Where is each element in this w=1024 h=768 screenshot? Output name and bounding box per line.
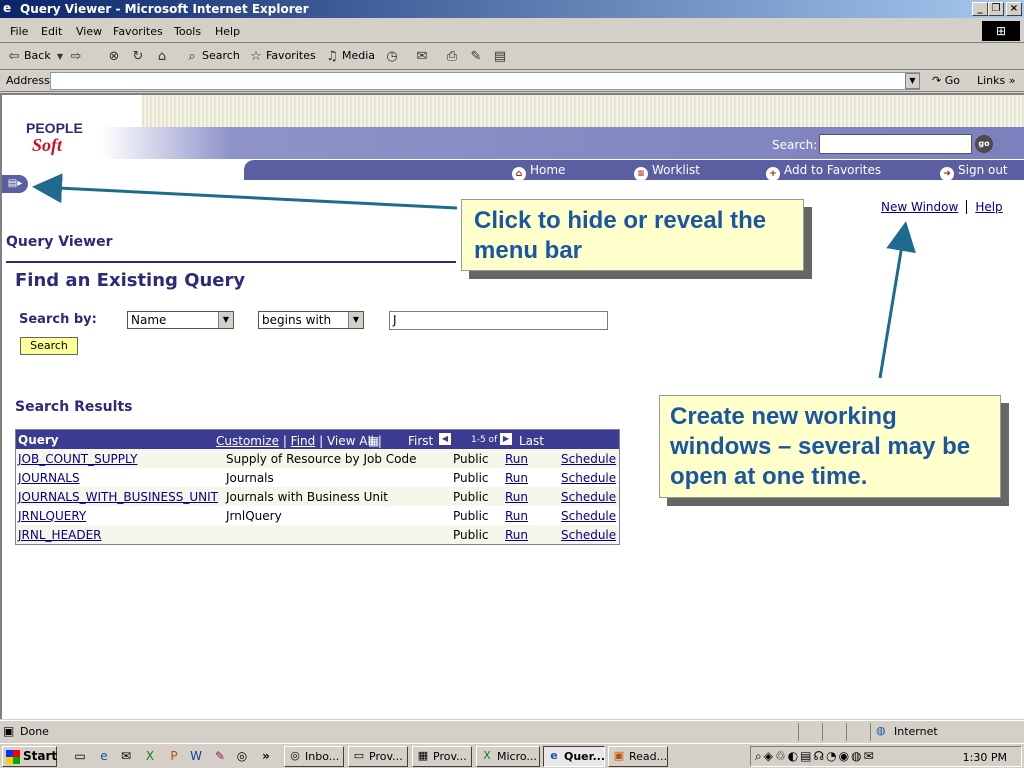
status-text: Done: [20, 725, 49, 738]
quicklaunch-app2-icon[interactable]: ◎: [234, 748, 250, 764]
edit-icon[interactable]: ✎: [468, 49, 484, 65]
callout-new-window: Create new working windows – several may…: [659, 395, 1001, 498]
menu-help[interactable]: Help: [215, 25, 240, 38]
go-button[interactable]: ↷ Go: [932, 74, 960, 87]
internet-zone-icon: ◍: [876, 724, 886, 737]
status-divider: [822, 723, 823, 741]
taskbar: Start ▭ e ✉ X P W ✎ ◎ » ◎ Inbo... ▭ Prov..…: [0, 743, 1024, 768]
quicklaunch-more-icon[interactable]: »: [258, 748, 274, 764]
search-button[interactable]: Search: [202, 49, 240, 62]
quicklaunch-powerpoint-icon[interactable]: P: [166, 748, 182, 764]
table-icon: ▦: [417, 749, 429, 762]
media-icon[interactable]: ♫: [324, 49, 340, 65]
task-micro[interactable]: X Micro...: [476, 746, 540, 767]
refresh-icon[interactable]: ↻: [130, 49, 146, 65]
favorites-button[interactable]: Favorites: [266, 49, 316, 62]
window-title-bar[interactable]: e Query Viewer - Microsoft Internet Expl…: [0, 0, 1024, 18]
back-button[interactable]: Back: [24, 49, 51, 62]
address-label: Address: [6, 74, 50, 87]
go-arrow-icon: ↷: [932, 74, 942, 87]
arrow-to-new-window: [878, 221, 916, 379]
mail-icon[interactable]: ✉: [414, 49, 430, 65]
arrow-to-menu-toggle: [32, 173, 458, 210]
address-bar: Address ▼ ↷ Go Links »: [0, 70, 1024, 92]
callout-menu-toggle: Click to hide or reveal the menu bar: [461, 199, 804, 271]
system-tray: ⌕◈♲◐▤☊◔◉◍✉ 1:30 PM: [750, 746, 1022, 767]
tray-icons[interactable]: ⌕◈♲◐▤☊◔◉◍✉: [755, 749, 876, 764]
window-icon: ▭: [353, 749, 365, 762]
address-dropdown-icon[interactable]: ▼: [905, 73, 920, 89]
quicklaunch-outlook-icon[interactable]: ✉: [118, 748, 134, 764]
menu-bar: File Edit View Favorites Tools Help ⊞: [0, 19, 1024, 43]
media-button[interactable]: Media: [342, 49, 375, 62]
quicklaunch-word-icon[interactable]: W: [188, 748, 204, 764]
forward-arrow-icon[interactable]: ⇨: [68, 49, 84, 65]
page-status-icon: ▣: [3, 724, 15, 738]
stop-icon[interactable]: ⊗: [106, 49, 122, 65]
status-divider: [798, 723, 799, 741]
task-read[interactable]: ▣ Read...: [608, 746, 668, 767]
outlook-icon: ◎: [290, 749, 300, 762]
menu-view[interactable]: View: [76, 25, 102, 38]
menu-tools[interactable]: Tools: [174, 25, 201, 38]
task-inbox[interactable]: ◎ Inbo...: [284, 746, 344, 767]
menu-edit[interactable]: Edit: [41, 25, 62, 38]
task-prov-2[interactable]: ▦ Prov...: [412, 746, 472, 767]
task-prov-1[interactable]: ▭ Prov...: [348, 746, 408, 767]
discuss-icon[interactable]: ▤: [492, 49, 508, 65]
window-title: Query Viewer - Microsoft Internet Explor…: [20, 2, 309, 16]
minimize-button[interactable]: _: [972, 2, 988, 16]
quicklaunch-app-icon[interactable]: ✎: [212, 748, 228, 764]
address-input[interactable]: [50, 72, 920, 90]
menu-file[interactable]: File: [10, 25, 28, 38]
home-icon[interactable]: ⌂: [154, 49, 170, 65]
back-dropdown-icon[interactable]: ▼: [52, 49, 68, 65]
quicklaunch-desktop-icon[interactable]: ▭: [72, 748, 88, 764]
reader-icon: ▣: [613, 749, 625, 762]
ie-icon: e: [3, 1, 12, 15]
quicklaunch-ie-icon[interactable]: e: [96, 748, 112, 764]
task-query[interactable]: e Quer...: [543, 746, 605, 767]
quicklaunch-excel-icon[interactable]: X: [142, 748, 158, 764]
security-zone: Internet: [894, 725, 938, 738]
status-divider: [846, 723, 847, 741]
back-arrow-icon[interactable]: ⇦: [6, 49, 22, 65]
search-icon[interactable]: ⌕: [184, 49, 200, 65]
close-button[interactable]: ×: [1006, 2, 1022, 16]
windows-flag-icon: [6, 750, 20, 764]
status-bar: ▣ Done ◍ Internet: [0, 720, 1024, 742]
page-content: PEOPLE Soft Search: go ⌂ Home ≡ Worklist +…: [0, 93, 1024, 719]
restore-button[interactable]: ❐: [988, 2, 1004, 16]
menu-favorites[interactable]: Favorites: [113, 25, 163, 38]
favorites-icon[interactable]: ☆: [248, 49, 264, 65]
ie-icon: e: [550, 749, 558, 762]
links-button[interactable]: Links »: [977, 74, 1016, 87]
history-icon[interactable]: ◷: [384, 49, 400, 65]
windows-logo-icon: ⊞: [982, 21, 1020, 41]
clock: 1:30 PM: [962, 751, 1007, 764]
browser-toolbar: ⇦ Back ▼ ⇨ ⊗ ↻ ⌂ ⌕ Search ☆ Favorites ♫ …: [0, 44, 1024, 70]
print-icon[interactable]: ⎙: [444, 49, 460, 65]
status-divider: [870, 723, 871, 741]
start-button[interactable]: Start: [2, 746, 57, 767]
excel-icon: X: [483, 749, 491, 762]
